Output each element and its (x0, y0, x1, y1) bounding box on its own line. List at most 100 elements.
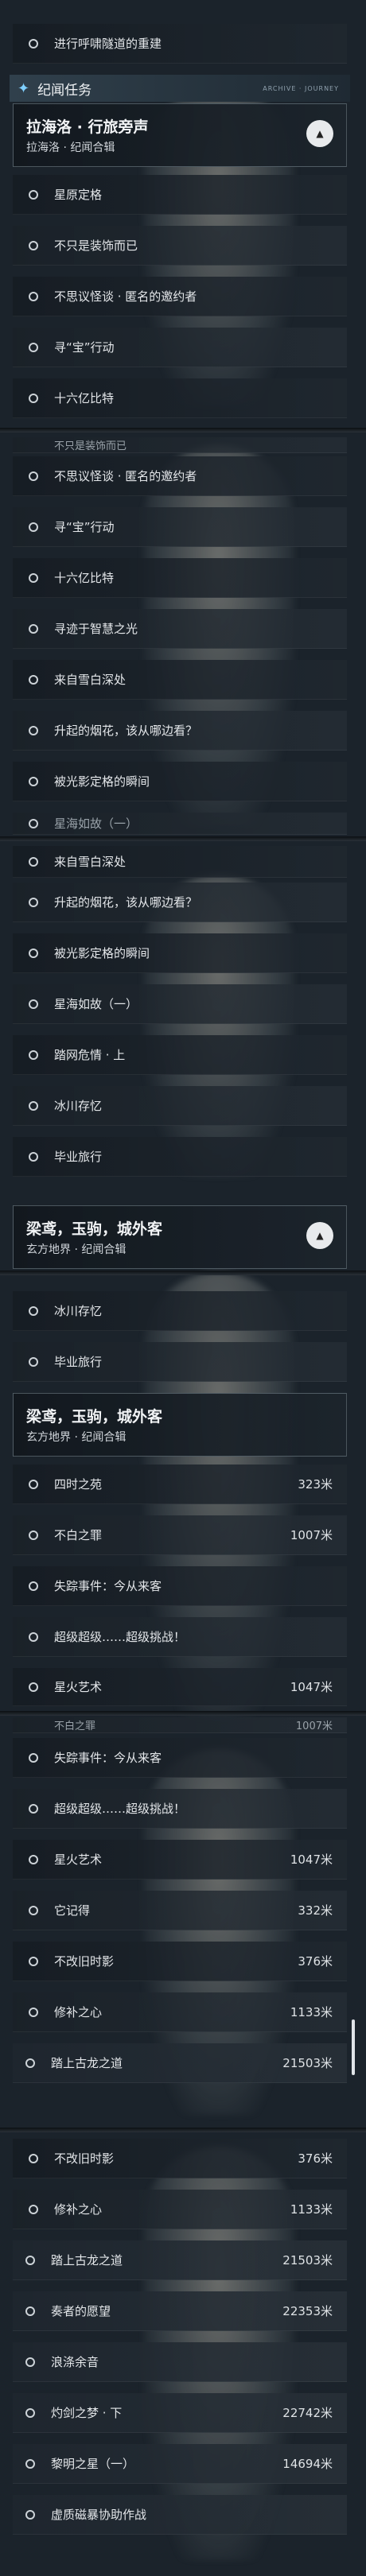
quest-label: 寻迹于智慧之光 (54, 622, 138, 636)
quest-item[interactable]: 不改旧时影 376米 (13, 2139, 347, 2178)
quest-item[interactable]: 星海如故（一） (13, 813, 347, 835)
quest-item[interactable]: 失踪事件：今从来客 (13, 1738, 347, 1778)
screenshot-seam (0, 428, 366, 433)
screenshot-seam (0, 836, 366, 841)
quest-label: 灼剑之梦 · 下 (51, 2406, 123, 2420)
quest-label: 星原定格 (54, 188, 103, 202)
quest-item[interactable]: 升起的烟花，该从哪边看？ (13, 711, 347, 751)
quest-status-circle-icon (29, 1631, 38, 1642)
quest-item[interactable]: 不思议怪谈 · 匿名的邀约者 (13, 277, 347, 316)
quest-distance: 376米 (298, 2151, 333, 2166)
quest-item[interactable]: 来自雪白深处 (13, 660, 347, 700)
quest-label: 不只是装饰而已 (54, 239, 138, 253)
quest-label: 奏者的愿望 (51, 2304, 111, 2318)
quest-distance: 1007米 (290, 1528, 333, 1542)
quest-label: 星火艺术 (54, 1852, 103, 1867)
quest-item[interactable]: 奏者的愿望 22353米 (13, 2291, 347, 2331)
quest-distance: 332米 (298, 1903, 333, 1918)
collapse-chevron-up-icon[interactable]: ▲ (306, 1222, 333, 1249)
quest-status-circle-icon (29, 1956, 38, 1966)
quest-item[interactable]: 黎明之星（一） 14694米 (13, 2444, 347, 2484)
group-title: 梁鸢，玉驹，城外客 (26, 1220, 163, 1238)
quest-item[interactable]: 星海如故（一） (13, 984, 347, 1024)
quest-item[interactable]: 踏上古龙之道 21503米 (13, 2043, 347, 2083)
quest-item[interactable]: 踏上古龙之道 21503米 (13, 2240, 347, 2280)
quest-item[interactable]: 超级超级……超级挑战！ (13, 1789, 347, 1829)
quest-item[interactable]: 星火艺术 1047米 (13, 1668, 347, 1706)
quest-item[interactable]: 来自雪白深处 (13, 846, 347, 878)
group-header-liangniao[interactable]: 梁鸢，玉驹，城外客 玄方地界 · 纪闻合辑 ▲ (13, 1205, 347, 1269)
quest-item[interactable]: 寻迹于智慧之光 (13, 609, 347, 649)
category-header[interactable]: ✦ 纪闻任务 ARCHIVE · JOURNEY (10, 75, 350, 102)
quest-label: 被光影定格的瞬间 (54, 774, 150, 789)
quest-item[interactable]: 踏网危情 · 上 (13, 1035, 347, 1075)
quest-status-circle-icon (29, 1752, 38, 1763)
quest-label: 被光影定格的瞬间 (54, 946, 150, 960)
quest-item[interactable]: 不白之罪 1007米 (13, 1515, 347, 1555)
quest-status-circle-icon (29, 1305, 38, 1316)
quest-item[interactable]: 不思议怪谈 · 匿名的邀约者 (13, 456, 347, 496)
quest-status-circle-icon (29, 572, 38, 583)
quest-item[interactable]: 升起的烟花，该从哪边看？ (13, 883, 347, 922)
quest-item[interactable]: 毕业旅行 (13, 1137, 347, 1177)
quest-item[interactable]: 冰川存忆 (13, 1086, 347, 1126)
quest-distance: 1007米 (295, 1721, 333, 1732)
quest-distance: 1133米 (290, 2005, 333, 2019)
quest-label: 黎明之星（一） (51, 2457, 135, 2471)
quest-item[interactable]: 虚质磁暴协助作战 (13, 2495, 347, 2535)
group-title: 梁鸢，玉驹，城外客 (26, 1408, 163, 1426)
quest-status-circle-icon (29, 471, 38, 481)
quest-distance: 21503米 (282, 2253, 333, 2268)
quest-item[interactable]: 冰川存忆 (13, 1291, 347, 1331)
quest-item[interactable]: 进行呼啸隧道的重建 (13, 24, 347, 64)
quest-item[interactable]: 不只是装饰而已 (13, 437, 347, 453)
collapse-chevron-up-icon[interactable]: ▲ (306, 120, 333, 147)
quest-label: 虚质磁暴协助作战 (51, 2508, 147, 2522)
quest-status-circle-icon (29, 1049, 38, 1060)
screenshot-seam (0, 2128, 366, 2132)
quest-item[interactable]: 寻“宝”行动 (13, 507, 347, 547)
quest-item[interactable]: 灼剑之梦 · 下 22742米 (13, 2393, 347, 2433)
quest-item[interactable]: 被光影定格的瞬间 (13, 933, 347, 973)
quest-status-circle-icon (25, 2058, 35, 2068)
quest-item[interactable]: 失踪事件：今从来客 (13, 1566, 347, 1606)
quest-item[interactable]: 十六亿比特 (13, 378, 347, 418)
quest-label: 冰川存忆 (54, 1304, 103, 1318)
group-header-liangniao[interactable]: 梁鸢，玉驹，城外客 玄方地界 · 纪闻合辑 (13, 1393, 347, 1457)
quest-item[interactable]: 十六亿比特 (13, 558, 347, 598)
quest-item[interactable]: 星火艺术 1047米 (13, 1840, 347, 1880)
scrollbar-thumb[interactable] (352, 2019, 355, 2075)
quest-status-circle-icon (25, 2509, 35, 2520)
quest-distance: 21503米 (282, 2056, 333, 2070)
quest-status-circle-icon (29, 1356, 38, 1367)
group-header-lahailuo[interactable]: 拉海洛 · 行旅旁声 拉海洛 · 纪闻合辑 ▲ (13, 103, 347, 167)
quest-item[interactable]: 浪涤余音 (13, 2342, 347, 2382)
quest-item[interactable]: 修补之心 1133米 (13, 1992, 347, 2032)
quest-status-circle-icon (29, 999, 38, 1009)
quest-item[interactable]: 毕业旅行 (13, 1342, 347, 1382)
quest-label: 来自雪白深处 (54, 855, 127, 869)
quest-distance: 22742米 (282, 2406, 333, 2420)
quest-status-circle-icon (29, 38, 38, 48)
quest-item[interactable]: 不只是装饰而已 (13, 226, 347, 266)
quest-item[interactable]: 被光影定格的瞬间 (13, 762, 347, 801)
quest-status-circle-icon (29, 1682, 38, 1692)
quest-item[interactable]: 不白之罪 1007米 (13, 1717, 347, 1733)
quest-label: 不白之罪 (54, 1721, 96, 1732)
quest-item[interactable]: 寻“宝”行动 (13, 328, 347, 367)
quest-item[interactable]: 四时之苑 323米 (13, 1465, 347, 1504)
quest-status-circle-icon (29, 818, 38, 828)
quest-item[interactable]: 它记得 332米 (13, 1891, 347, 1930)
quest-distance: 376米 (298, 1954, 333, 1969)
quest-label: 浪涤余音 (51, 2355, 99, 2369)
quest-label: 冰川存忆 (54, 1099, 103, 1113)
group-subtitle: 拉海洛 · 纪闻合辑 (26, 142, 115, 154)
quest-status-circle-icon (29, 623, 38, 634)
quest-label: 不改旧时影 (54, 2151, 115, 2166)
quest-item[interactable]: 星原定格 (13, 175, 347, 215)
quest-item[interactable]: 不改旧时影 376米 (13, 1942, 347, 1981)
quest-item[interactable]: 修补之心 1133米 (13, 2190, 347, 2229)
quest-label: 进行呼啸隧道的重建 (54, 37, 162, 51)
quest-label: 毕业旅行 (54, 1355, 103, 1369)
quest-item[interactable]: 超级超级……超级挑战！ (13, 1617, 347, 1657)
